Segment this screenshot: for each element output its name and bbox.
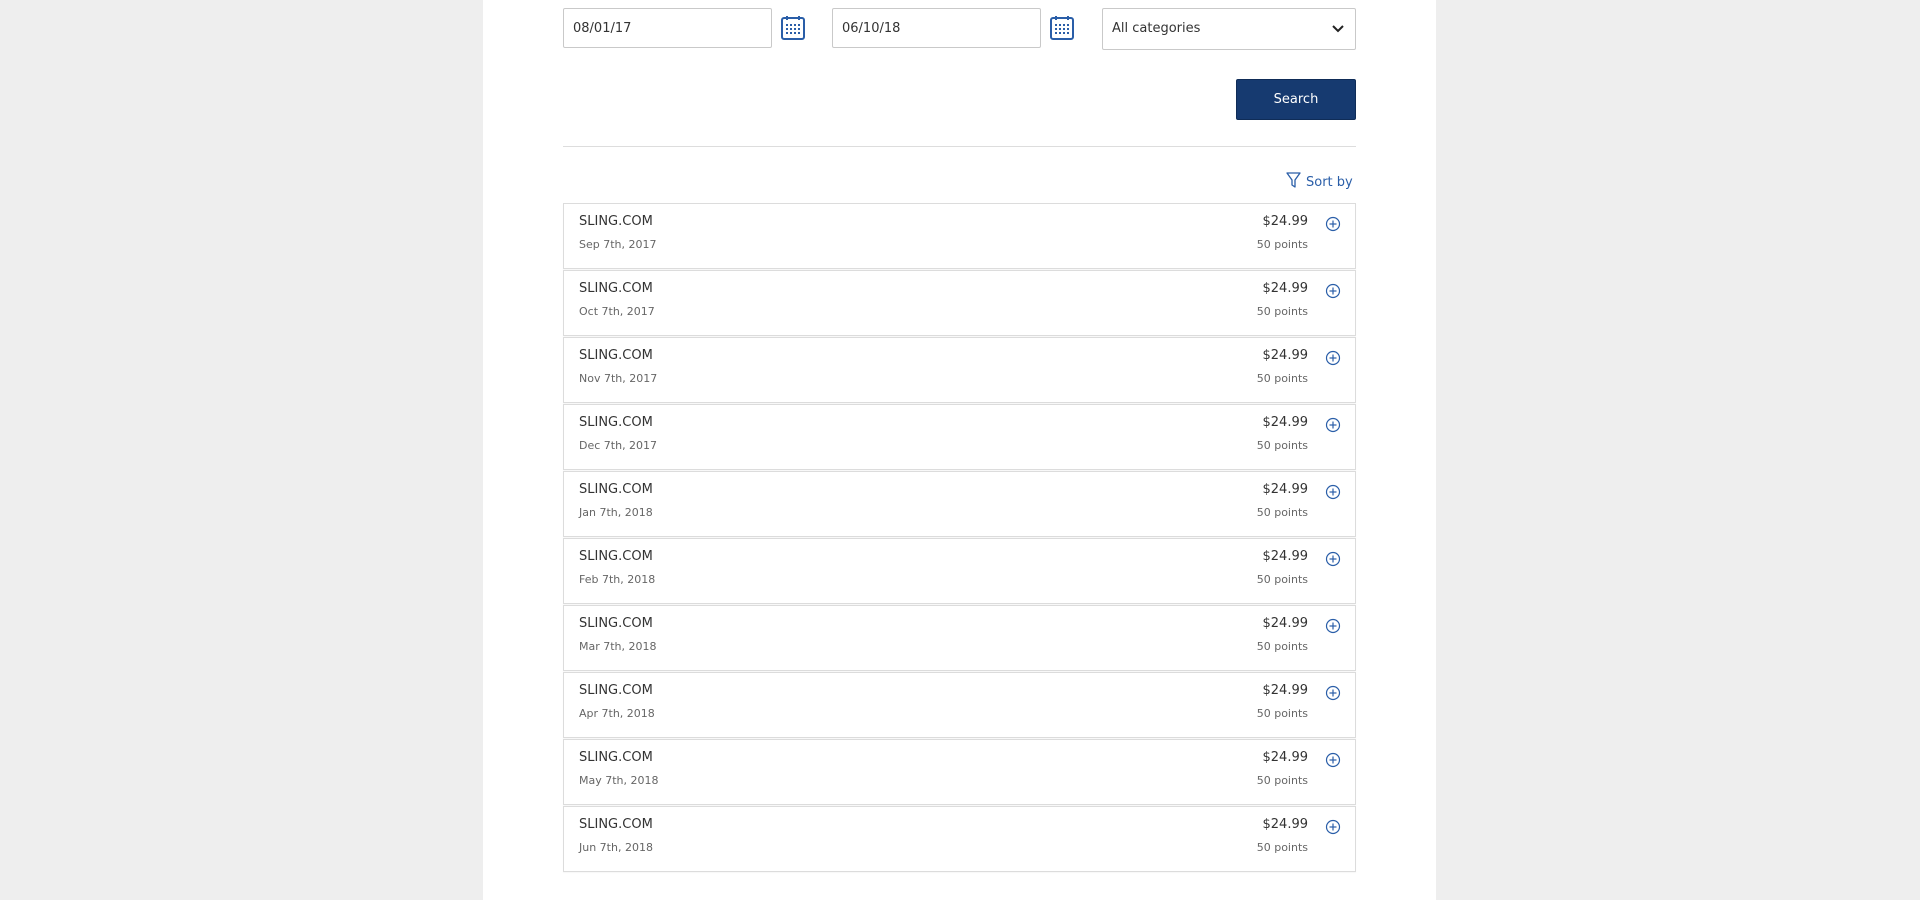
expand-plus-icon[interactable] (1325, 484, 1341, 500)
expand-plus-icon[interactable] (1325, 417, 1341, 433)
transaction-merchant: SLING.COM (579, 415, 653, 430)
transaction-amount: $24.99 (1262, 214, 1309, 229)
transaction-points: 50 points (1256, 238, 1308, 251)
transaction-amount: $24.99 (1262, 482, 1309, 497)
search-button[interactable]: Search (1236, 79, 1356, 120)
filter-bar: All categories (563, 8, 1356, 50)
calendar-icon[interactable] (779, 14, 807, 42)
transaction-merchant: SLING.COM (579, 750, 653, 765)
from-date-input[interactable] (563, 8, 772, 48)
transaction-merchant: SLING.COM (579, 549, 653, 564)
transaction-row[interactable]: SLING.COM Apr 7th, 2018 $24.99 50 points (563, 672, 1356, 738)
transaction-row[interactable]: SLING.COM May 7th, 2018 $24.99 50 points (563, 739, 1356, 805)
transaction-row[interactable]: SLING.COM Feb 7th, 2018 $24.99 50 points (563, 538, 1356, 604)
transaction-amount: $24.99 (1262, 817, 1309, 832)
transaction-row[interactable]: SLING.COM Jun 7th, 2018 $24.99 50 points (563, 806, 1356, 872)
transaction-date: Oct 7th, 2017 (579, 305, 655, 318)
transaction-row[interactable]: SLING.COM Dec 7th, 2017 $24.99 50 points (563, 404, 1356, 470)
sort-by-label: Sort by (1306, 174, 1353, 190)
transaction-merchant: SLING.COM (579, 214, 653, 229)
transaction-merchant: SLING.COM (579, 683, 653, 698)
expand-plus-icon[interactable] (1325, 819, 1341, 835)
transaction-points: 50 points (1256, 640, 1308, 653)
transaction-amount: $24.99 (1262, 348, 1309, 363)
to-date-input[interactable] (832, 8, 1041, 48)
transaction-points: 50 points (1256, 305, 1308, 318)
transaction-date: Jun 7th, 2018 (579, 841, 653, 854)
category-select[interactable]: All categories (1102, 8, 1356, 50)
expand-plus-icon[interactable] (1325, 551, 1341, 567)
transaction-date: Apr 7th, 2018 (579, 707, 655, 720)
expand-plus-icon[interactable] (1325, 618, 1341, 634)
expand-plus-icon[interactable] (1325, 685, 1341, 701)
transaction-row[interactable]: SLING.COM Mar 7th, 2018 $24.99 50 points (563, 605, 1356, 671)
transaction-points: 50 points (1256, 439, 1308, 452)
transaction-list: SLING.COM Sep 7th, 2017 $24.99 50 points… (563, 203, 1356, 873)
transaction-row[interactable]: SLING.COM Sep 7th, 2017 $24.99 50 points (563, 203, 1356, 269)
transaction-date: Feb 7th, 2018 (579, 573, 656, 586)
transaction-row[interactable]: SLING.COM Oct 7th, 2017 $24.99 50 points (563, 270, 1356, 336)
expand-plus-icon[interactable] (1325, 283, 1341, 299)
transaction-points: 50 points (1256, 573, 1308, 586)
divider (563, 146, 1356, 147)
transaction-points: 50 points (1256, 506, 1308, 519)
expand-plus-icon[interactable] (1325, 752, 1341, 768)
transaction-date: Jan 7th, 2018 (579, 506, 653, 519)
transaction-amount: $24.99 (1262, 683, 1309, 698)
transaction-merchant: SLING.COM (579, 281, 653, 296)
transaction-row[interactable]: SLING.COM Jan 7th, 2018 $24.99 50 points (563, 471, 1356, 537)
transaction-amount: $24.99 (1262, 281, 1309, 296)
transaction-merchant: SLING.COM (579, 616, 653, 631)
chevron-down-icon (1332, 25, 1344, 33)
transaction-amount: $24.99 (1262, 549, 1309, 564)
expand-plus-icon[interactable] (1325, 216, 1341, 232)
transaction-date: Nov 7th, 2017 (579, 372, 658, 385)
filter-icon (1286, 171, 1301, 188)
transaction-date: Sep 7th, 2017 (579, 238, 657, 251)
transaction-amount: $24.99 (1262, 616, 1309, 631)
transaction-merchant: SLING.COM (579, 348, 653, 363)
transaction-points: 50 points (1256, 774, 1308, 787)
transaction-date: Dec 7th, 2017 (579, 439, 658, 452)
transaction-amount: $24.99 (1262, 415, 1309, 430)
transaction-row[interactable]: SLING.COM Nov 7th, 2017 $24.99 50 points (563, 337, 1356, 403)
content-panel: All categories Search Sort by SLING.COM … (483, 0, 1436, 900)
calendar-icon[interactable] (1048, 14, 1076, 42)
expand-plus-icon[interactable] (1325, 350, 1341, 366)
transaction-date: Mar 7th, 2018 (579, 640, 657, 653)
transaction-merchant: SLING.COM (579, 482, 653, 497)
transaction-date: May 7th, 2018 (579, 774, 659, 787)
sort-by-button[interactable]: Sort by (1286, 171, 1353, 193)
transaction-amount: $24.99 (1262, 750, 1309, 765)
transaction-points: 50 points (1256, 707, 1308, 720)
transaction-points: 50 points (1256, 841, 1308, 854)
category-select-value: All categories (1112, 21, 1201, 36)
transaction-merchant: SLING.COM (579, 817, 653, 832)
transaction-points: 50 points (1256, 372, 1308, 385)
